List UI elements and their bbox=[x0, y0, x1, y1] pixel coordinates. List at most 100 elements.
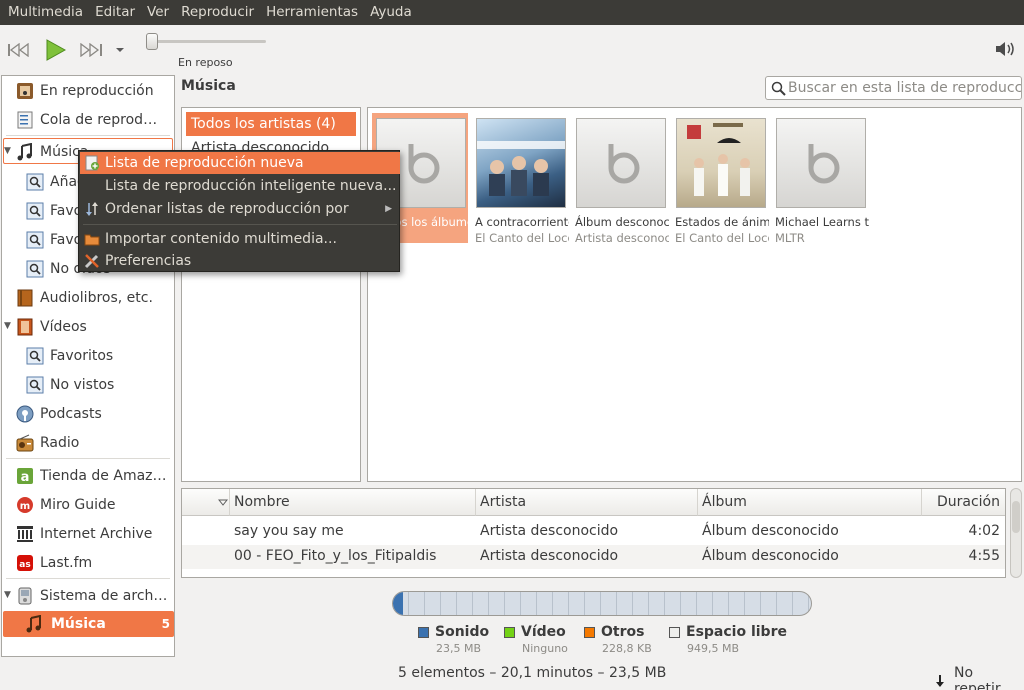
sidebar-item-videos[interactable]: Vídeos bbox=[2, 313, 174, 340]
menu-item-new-smart-playlist[interactable]: Lista de reproducción inteligente nueva.… bbox=[80, 175, 400, 197]
sidebar-item-unwatched[interactable]: No vistos bbox=[2, 371, 174, 398]
legend-free: Espacio libre bbox=[669, 624, 787, 640]
device-music-label: Música bbox=[51, 616, 106, 632]
status-summary: 5 elementos – 20,1 minutos – 23,5 MB bbox=[398, 665, 667, 681]
column-header-album[interactable]: Álbum bbox=[698, 489, 922, 516]
smart-playlist-icon bbox=[26, 173, 44, 191]
sidebar-item-filesystem[interactable]: Sistema de archivos bbox=[2, 582, 174, 609]
default-cover-icon bbox=[776, 118, 866, 208]
legend-video-value: Ninguno bbox=[522, 642, 568, 655]
sidebar-item-miro[interactable]: m Miro Guide bbox=[2, 491, 174, 518]
menu-item-sort-playlists[interactable]: Ordenar listas de reproducción por ▶ bbox=[80, 198, 400, 220]
seek-slider[interactable] bbox=[146, 40, 266, 43]
sidebar-item-amazon[interactable]: a Tienda de Amazon MP3 bbox=[2, 462, 174, 489]
artist-row-all[interactable]: Todos los artistas (4) bbox=[186, 112, 356, 136]
album-artist: El Canto del Loco bbox=[475, 231, 569, 245]
track-list: Nombre Artista Álbum Duración say you sa… bbox=[181, 488, 1006, 578]
column-header-duration[interactable]: Duración bbox=[922, 489, 1005, 516]
scrollbar-thumb[interactable] bbox=[1012, 501, 1020, 533]
sidebar-item-lastfm[interactable]: as Last.fm bbox=[2, 549, 174, 576]
sidebar-item-video-favorites[interactable]: Favoritos bbox=[2, 342, 174, 369]
sidebar-item-queue[interactable]: Cola de reproducción bbox=[2, 106, 174, 133]
new-playlist-icon bbox=[84, 155, 100, 171]
sidebar-item-now-playing[interactable]: En reproducción bbox=[2, 77, 174, 104]
volume-button[interactable] bbox=[995, 40, 1017, 62]
album-artist: El Canto del Loco bbox=[675, 231, 769, 245]
svg-text:m: m bbox=[20, 501, 30, 512]
menu-item-label: Preferencias bbox=[105, 253, 192, 269]
import-icon bbox=[84, 231, 100, 247]
legend-free-value: 949,5 MB bbox=[687, 642, 740, 655]
play-button[interactable] bbox=[42, 39, 68, 61]
album-artist: Artista desconocido bbox=[575, 231, 669, 245]
context-menu: Lista de reproducción nueva Lista de rep… bbox=[78, 150, 400, 272]
amazon-icon: a bbox=[16, 467, 34, 485]
lastfm-icon: as bbox=[16, 554, 34, 572]
sidebar-item-audiobooks[interactable]: Audiolibros, etc. bbox=[2, 284, 174, 311]
album-item[interactable]: A contracorriente El Canto del Loco bbox=[472, 113, 569, 245]
menu-herramientas[interactable]: Herramientas bbox=[260, 0, 364, 25]
track-album: Álbum desconocido bbox=[702, 523, 839, 539]
search-input[interactable]: Buscar en esta lista de reproducción bbox=[765, 76, 1022, 100]
track-artist: Artista desconocido bbox=[480, 548, 619, 564]
menu-item-label: Importar contenido multimedia... bbox=[105, 231, 337, 247]
legend-video-label: Vídeo bbox=[521, 624, 566, 640]
menu-ver[interactable]: Ver bbox=[141, 0, 175, 25]
column-header-artist[interactable]: Artista bbox=[476, 489, 698, 516]
repeat-button[interactable]: No repetir bbox=[934, 665, 1024, 690]
album-title: Estados de ánimo bbox=[675, 215, 769, 229]
seek-handle[interactable] bbox=[146, 33, 158, 50]
sidebar-item-podcasts[interactable]: Podcasts bbox=[2, 400, 174, 427]
legend-audio-value: 23,5 MB bbox=[436, 642, 482, 655]
legend-audio-label: Sonido bbox=[435, 624, 490, 640]
track-duration: 4:02 bbox=[968, 523, 1000, 539]
menu-ayuda[interactable]: Ayuda bbox=[364, 0, 418, 25]
menu-reproducir[interactable]: Reproducir bbox=[175, 0, 260, 25]
legend-free-swatch bbox=[669, 626, 680, 638]
menu-item-import-media[interactable]: Importar contenido multimedia... bbox=[80, 228, 400, 250]
album-item[interactable]: Álbum desconocido Artista desconocido bbox=[572, 113, 669, 245]
album-artist: MLTR bbox=[775, 231, 805, 245]
submenu-arrow-icon: ▶ bbox=[385, 204, 392, 214]
menu-multimedia[interactable]: Multimedia bbox=[2, 0, 89, 25]
track-list-scrollbar[interactable] bbox=[1010, 488, 1022, 578]
track-duration: 4:55 bbox=[968, 548, 1000, 564]
svg-text:a: a bbox=[21, 470, 30, 485]
album-title: Álbum desconocido bbox=[575, 215, 669, 229]
album-cover bbox=[676, 118, 766, 208]
album-item[interactable]: Estados de ánimo El Canto del Loco bbox=[672, 113, 769, 245]
previous-button[interactable] bbox=[6, 39, 32, 61]
device-icon bbox=[16, 587, 34, 605]
legend-other: Otros bbox=[584, 624, 644, 640]
track-name: 00 - FEO_Fito_y_los_Fitipaldis bbox=[234, 548, 437, 564]
podcast-icon bbox=[16, 405, 34, 423]
music-icon bbox=[16, 142, 34, 161]
album-title: Michael Learns to Rock bbox=[775, 215, 869, 229]
volume-icon bbox=[996, 42, 1014, 56]
menu-item-preferences[interactable]: Preferencias bbox=[80, 250, 400, 272]
sort-indicator-icon bbox=[218, 499, 228, 506]
device-capacity-bar bbox=[392, 591, 812, 616]
playback-status: En reposo bbox=[178, 56, 233, 69]
device-music-count: 5 bbox=[161, 617, 170, 631]
sidebar-item-radio[interactable]: Radio bbox=[2, 429, 174, 456]
legend-other-label: Otros bbox=[601, 624, 645, 640]
column-header-name[interactable]: Nombre bbox=[230, 489, 476, 516]
radio-icon bbox=[16, 434, 34, 452]
menu-editar[interactable]: Editar bbox=[89, 0, 141, 25]
legend-free-label: Espacio libre bbox=[686, 624, 787, 640]
menu-item-new-playlist[interactable]: Lista de reproducción nueva bbox=[80, 152, 400, 174]
sort-icon bbox=[84, 201, 100, 217]
video-icon bbox=[16, 318, 34, 336]
sort-column-header[interactable] bbox=[182, 489, 230, 516]
table-row[interactable]: 00 - FEO_Fito_y_los_Fitipaldis Artista d… bbox=[182, 545, 1005, 569]
track-name: say you say me bbox=[234, 523, 344, 539]
next-dropdown-button[interactable] bbox=[110, 39, 130, 61]
next-button[interactable] bbox=[78, 39, 104, 61]
album-grid: Todos los álbumes A contracorriente El C… bbox=[367, 107, 1022, 482]
album-item[interactable]: Michael Learns to Rock MLTR bbox=[772, 113, 869, 245]
sidebar-item-device-music[interactable]: Música 5 bbox=[3, 611, 174, 637]
smart-playlist-icon bbox=[26, 347, 44, 365]
table-row[interactable]: say you say me Artista desconocido Álbum… bbox=[182, 520, 1005, 544]
sidebar-item-internet-archive[interactable]: Internet Archive bbox=[2, 520, 174, 547]
